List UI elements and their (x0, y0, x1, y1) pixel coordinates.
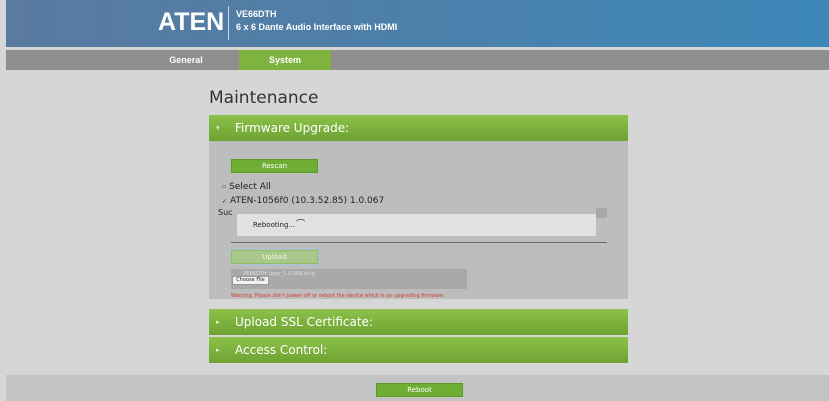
rebooting-text: Rebooting... (253, 221, 296, 229)
access-control-header[interactable]: ▸ Access Control: (209, 337, 628, 363)
select-all-row[interactable]: ▫ Select All (222, 182, 271, 192)
upload-button[interactable]: Upload (231, 250, 318, 264)
file-drop-zone: VE66DTH_upgr_1.0.068.bing Choose File (231, 269, 467, 289)
device-label: ATEN-1056f0 (10.3.52.85) 1.0.067 (230, 196, 385, 206)
firmware-upgrade-panel: Rescan ▫ Select All ✓ ATEN-1056f0 (10.3.52… (209, 141, 628, 299)
rescan-button[interactable]: Rescan (231, 159, 318, 173)
main-nav: General System (6, 50, 829, 70)
upload-ssl-certificate-header[interactable]: ▸ Upload SSL Certificate: (209, 309, 628, 335)
footer-bar: Reboot (6, 375, 829, 401)
tab-general[interactable]: General (156, 50, 216, 70)
select-all-label: Select All (229, 182, 271, 192)
firmware-upgrade-header[interactable]: ▾ Firmware Upgrade: (209, 115, 628, 141)
page-title: Maintenance (209, 88, 319, 108)
upgrade-status-text: Suc (218, 208, 233, 217)
select-all-checkbox[interactable]: ▫ (222, 183, 226, 190)
aten-logo: ATEN (158, 8, 225, 36)
firmware-warning: Warning: Please don't power off or reboo… (231, 293, 445, 299)
app-header: ATEN VE66DTH 6 x 6 Dante Audio Interface… (6, 0, 829, 47)
panel-divider (231, 242, 607, 243)
choose-file-button[interactable]: Choose File (232, 276, 269, 285)
chevron-down-icon: ▾ (216, 124, 220, 132)
upload-ssl-certificate-title: Upload SSL Certificate: (235, 315, 373, 329)
chevron-right-icon: ▸ (216, 318, 220, 326)
firmware-upgrade-title: Firmware Upgrade: (235, 121, 350, 135)
device-row[interactable]: ✓ ATEN-1056f0 (10.3.52.85) 1.0.067 (222, 196, 384, 206)
device-model: VE66DTH (236, 9, 277, 19)
chevron-right-icon: ▸ (216, 346, 220, 354)
device-subtitle: 6 x 6 Dante Audio Interface with HDMI (236, 22, 398, 32)
tab-system[interactable]: System (239, 50, 331, 70)
reboot-button[interactable]: Reboot (376, 383, 463, 397)
access-control-title: Access Control: (235, 343, 328, 357)
loading-spinner-icon: ⌒ (296, 220, 306, 230)
check-icon[interactable]: ✓ (222, 198, 227, 205)
header-divider (228, 6, 229, 40)
rebooting-dialog: Rebooting...⌒ (237, 214, 596, 236)
progress-bar-segment (596, 208, 607, 218)
